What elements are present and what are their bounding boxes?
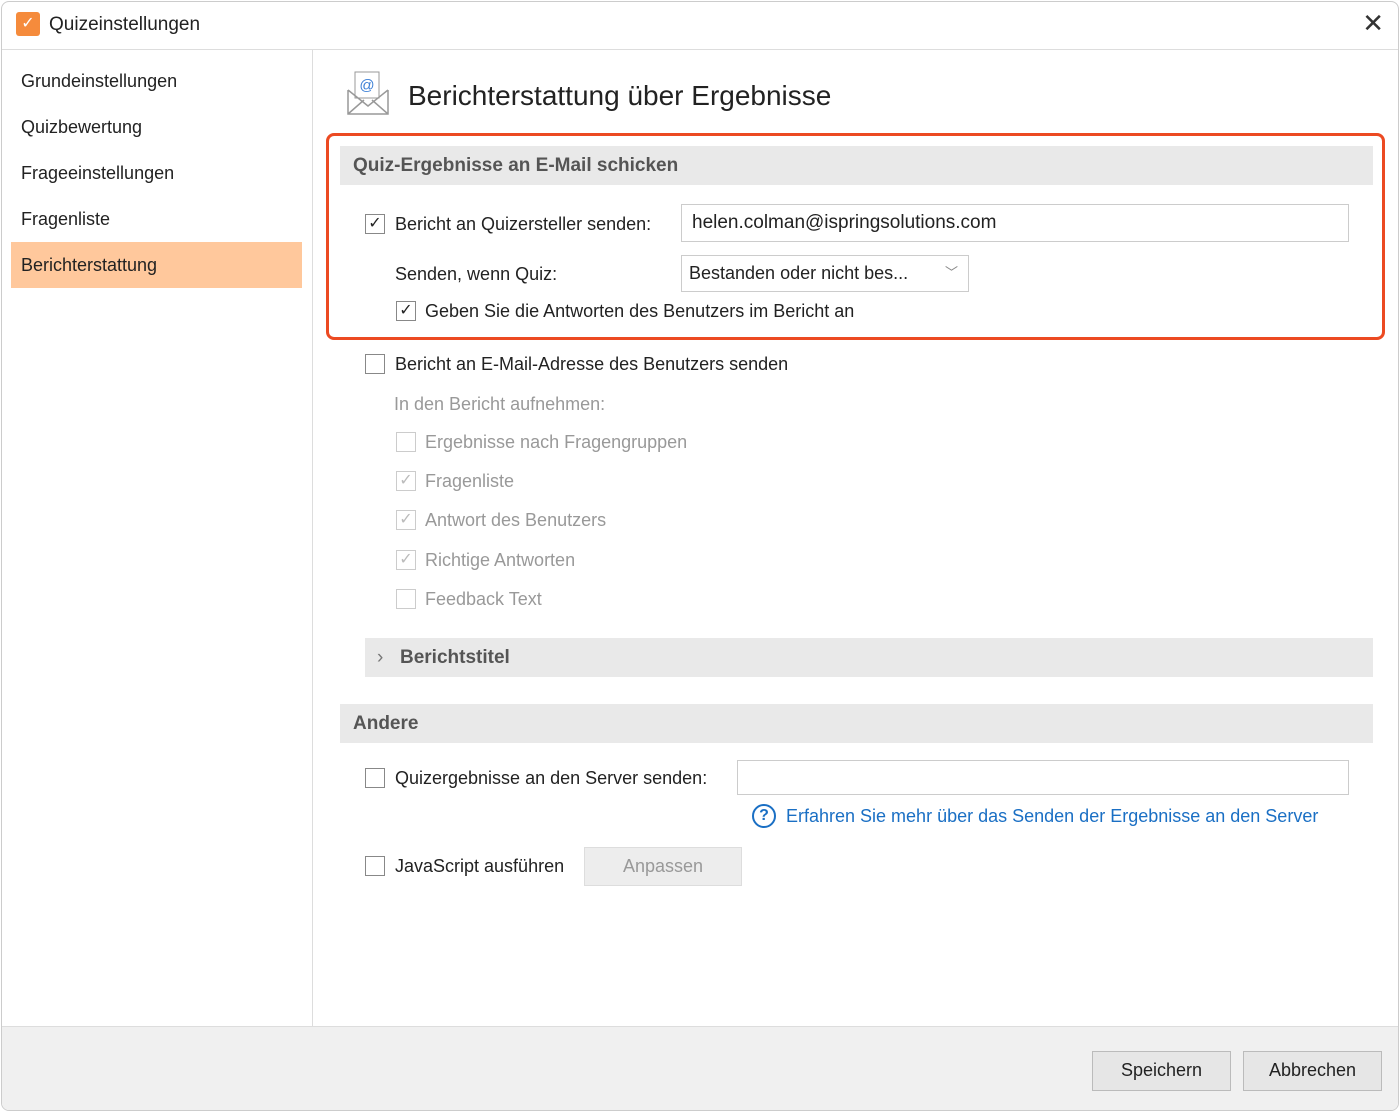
svg-text:@: @ — [359, 77, 374, 94]
server-label: Quizergebnisse an den Server senden: — [395, 768, 708, 788]
send-when-value: Bestanden oder nicht bes... — [689, 263, 909, 283]
sidebar: Grundeinstellungen Quizbewertung Frageei… — [2, 50, 313, 1026]
checkbox-icon: ✓ — [16, 12, 40, 36]
help-icon: ? — [752, 804, 776, 828]
section-email-header: Quiz-Ergebnisse an E-Mail schicken — [340, 146, 1373, 185]
javascript-checkbox[interactable] — [365, 856, 385, 876]
option-label: Ergebnisse nach Fragengruppen — [425, 432, 688, 452]
send-to-author-checkbox[interactable]: ✓ — [365, 214, 385, 234]
server-checkbox[interactable] — [365, 768, 385, 788]
option-label: Antwort des Benutzers — [425, 510, 607, 530]
report-title-expander[interactable]: › Berichtstitel — [365, 638, 1373, 677]
window-title: Quizeinstellungen — [49, 14, 201, 35]
user-report-label: Bericht an E-Mail-Adresse des Benutzers … — [395, 354, 789, 374]
option-checkbox[interactable] — [396, 432, 416, 452]
sidebar-item-quizbewertung[interactable]: Quizbewertung — [11, 104, 302, 150]
include-answers-label: Geben Sie die Antworten des Benutzers im… — [425, 301, 855, 321]
option-label: Richtige Antworten — [425, 550, 576, 570]
option-checkbox[interactable]: ✓ — [396, 471, 416, 491]
javascript-label: JavaScript ausführen — [395, 856, 565, 876]
cancel-button[interactable]: Abbrechen — [1243, 1051, 1382, 1091]
report-title-label: Berichtstitel — [400, 647, 510, 668]
help-link[interactable]: Erfahren Sie mehr über das Senden der Er… — [786, 806, 1318, 827]
option-checkbox[interactable]: ✓ — [396, 550, 416, 570]
section-other-header: Andere — [340, 704, 1373, 743]
user-report-checkbox[interactable] — [365, 354, 385, 374]
title-bar: ✓ Quizeinstellungen ✕ — [2, 2, 1398, 50]
send-to-author-label: Bericht an Quizersteller senden: — [395, 214, 652, 234]
send-when-label: Senden, wenn Quiz: — [395, 264, 558, 284]
option-checkbox[interactable]: ✓ — [396, 510, 416, 530]
email-report-icon: @ — [347, 71, 389, 115]
footer: Speichern Abbrechen — [2, 1026, 1398, 1110]
send-when-select[interactable]: Bestanden oder nicht bes... ﹀ — [681, 255, 969, 292]
save-button[interactable]: Speichern — [1092, 1051, 1231, 1091]
chevron-right-icon: › — [377, 647, 384, 668]
close-icon[interactable]: ✕ — [1362, 8, 1384, 39]
sidebar-item-fragenliste[interactable]: Fragenliste — [11, 196, 302, 242]
option-label: Fragenliste — [425, 471, 515, 491]
sidebar-item-frageeinstellungen[interactable]: Frageeinstellungen — [11, 150, 302, 196]
sidebar-item-berichterstattung[interactable]: Berichterstattung — [11, 242, 302, 288]
include-answers-checkbox[interactable]: ✓ — [396, 301, 416, 321]
option-label: Feedback Text — [425, 589, 542, 609]
chevron-down-icon: ﹀ — [944, 265, 958, 280]
server-url-input[interactable] — [737, 760, 1349, 795]
include-label: In den Bericht aufnehmen: — [394, 394, 606, 414]
quiz-settings-dialog: ✓ Quizeinstellungen ✕ Grundeinstellungen… — [1, 1, 1399, 1111]
page-title: Berichterstattung über Ergebnisse — [408, 80, 832, 111]
option-checkbox[interactable] — [396, 589, 416, 609]
sidebar-item-grundeinstellungen[interactable]: Grundeinstellungen — [11, 58, 302, 104]
customize-button[interactable]: Anpassen — [584, 847, 742, 886]
author-email-input[interactable]: helen.colman@ispringsolutions.com — [681, 204, 1349, 242]
